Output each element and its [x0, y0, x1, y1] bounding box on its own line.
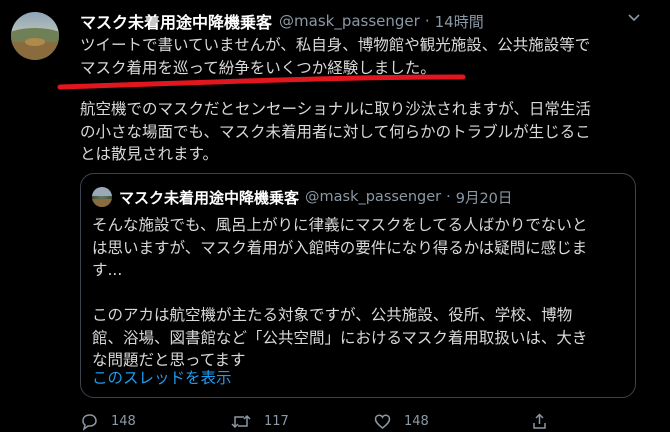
quoted-line: は思いますが、マスク着用が入館時の要件になり得るかは疑問に感じま — [92, 238, 588, 257]
share-button[interactable] — [530, 410, 549, 432]
tweet-line: とは散見されます。 — [80, 145, 218, 163]
quoted-line: このアカは航空機が主たる対象ですが、公共施設、役所、学校、博物 — [92, 306, 573, 324]
quoted-author-name: マスク未着用途中降機乗客 — [119, 188, 300, 207]
separator: · — [446, 189, 451, 205]
tweet-line: の小さな場面でも、マスク未着用者に対して何らかのトラブルが生じるこ — [80, 122, 591, 141]
quoted-header: マスク未着用途中降機乗客 @mask_passenger · 9月20日 — [119, 186, 512, 208]
tweet[interactable]: マスク未着用途中降機乗客 @mask_passenger · 14時間 ツイート… — [0, 0, 670, 432]
like-button[interactable]: 148 — [373, 410, 429, 432]
reply-button[interactable]: 148 — [80, 410, 136, 432]
share-icon — [530, 412, 549, 431]
red-underline-annotation — [57, 74, 466, 90]
quoted-date: 9月20日 — [455, 190, 513, 207]
tweet-line: 航空機でのマスクだとセンセーショナルに取り沙汰されますが、日常生活 — [80, 100, 591, 118]
quoted-line: そんな施設でも、風呂上がりに律義にマスクをしてる人ばかりでないと — [92, 216, 588, 234]
quoted-avatar — [92, 187, 112, 207]
like-icon — [373, 412, 392, 431]
quoted-author-handle: @mask_passenger — [305, 189, 442, 205]
quoted-blank-line — [92, 282, 627, 305]
retweet-icon — [230, 412, 252, 431]
quoted-line: す... — [92, 261, 123, 279]
tweet-paragraph-2: 航空機でのマスクだとセンセーショナルに取り沙汰されますが、日常生活 の小さな場面… — [80, 98, 640, 166]
show-thread-link[interactable]: このスレッドを表示 — [92, 367, 232, 389]
retweet-count: 117 — [264, 413, 289, 429]
reply-count: 148 — [111, 413, 136, 429]
quoted-text: そんな施設でも、風呂上がりに律義にマスクをしてる人ばかりでないと は思いますが、… — [92, 214, 627, 372]
retweet-button[interactable]: 117 — [230, 410, 289, 432]
quoted-line: 館、浴場、図書館など「公共空間」におけるマスク着用取扱いは、大き — [92, 328, 588, 347]
reply-icon — [80, 412, 99, 431]
quoted-tweet[interactable]: マスク未着用途中降機乗客 @mask_passenger · 9月20日 そんな… — [80, 173, 636, 398]
like-count: 148 — [404, 413, 429, 429]
